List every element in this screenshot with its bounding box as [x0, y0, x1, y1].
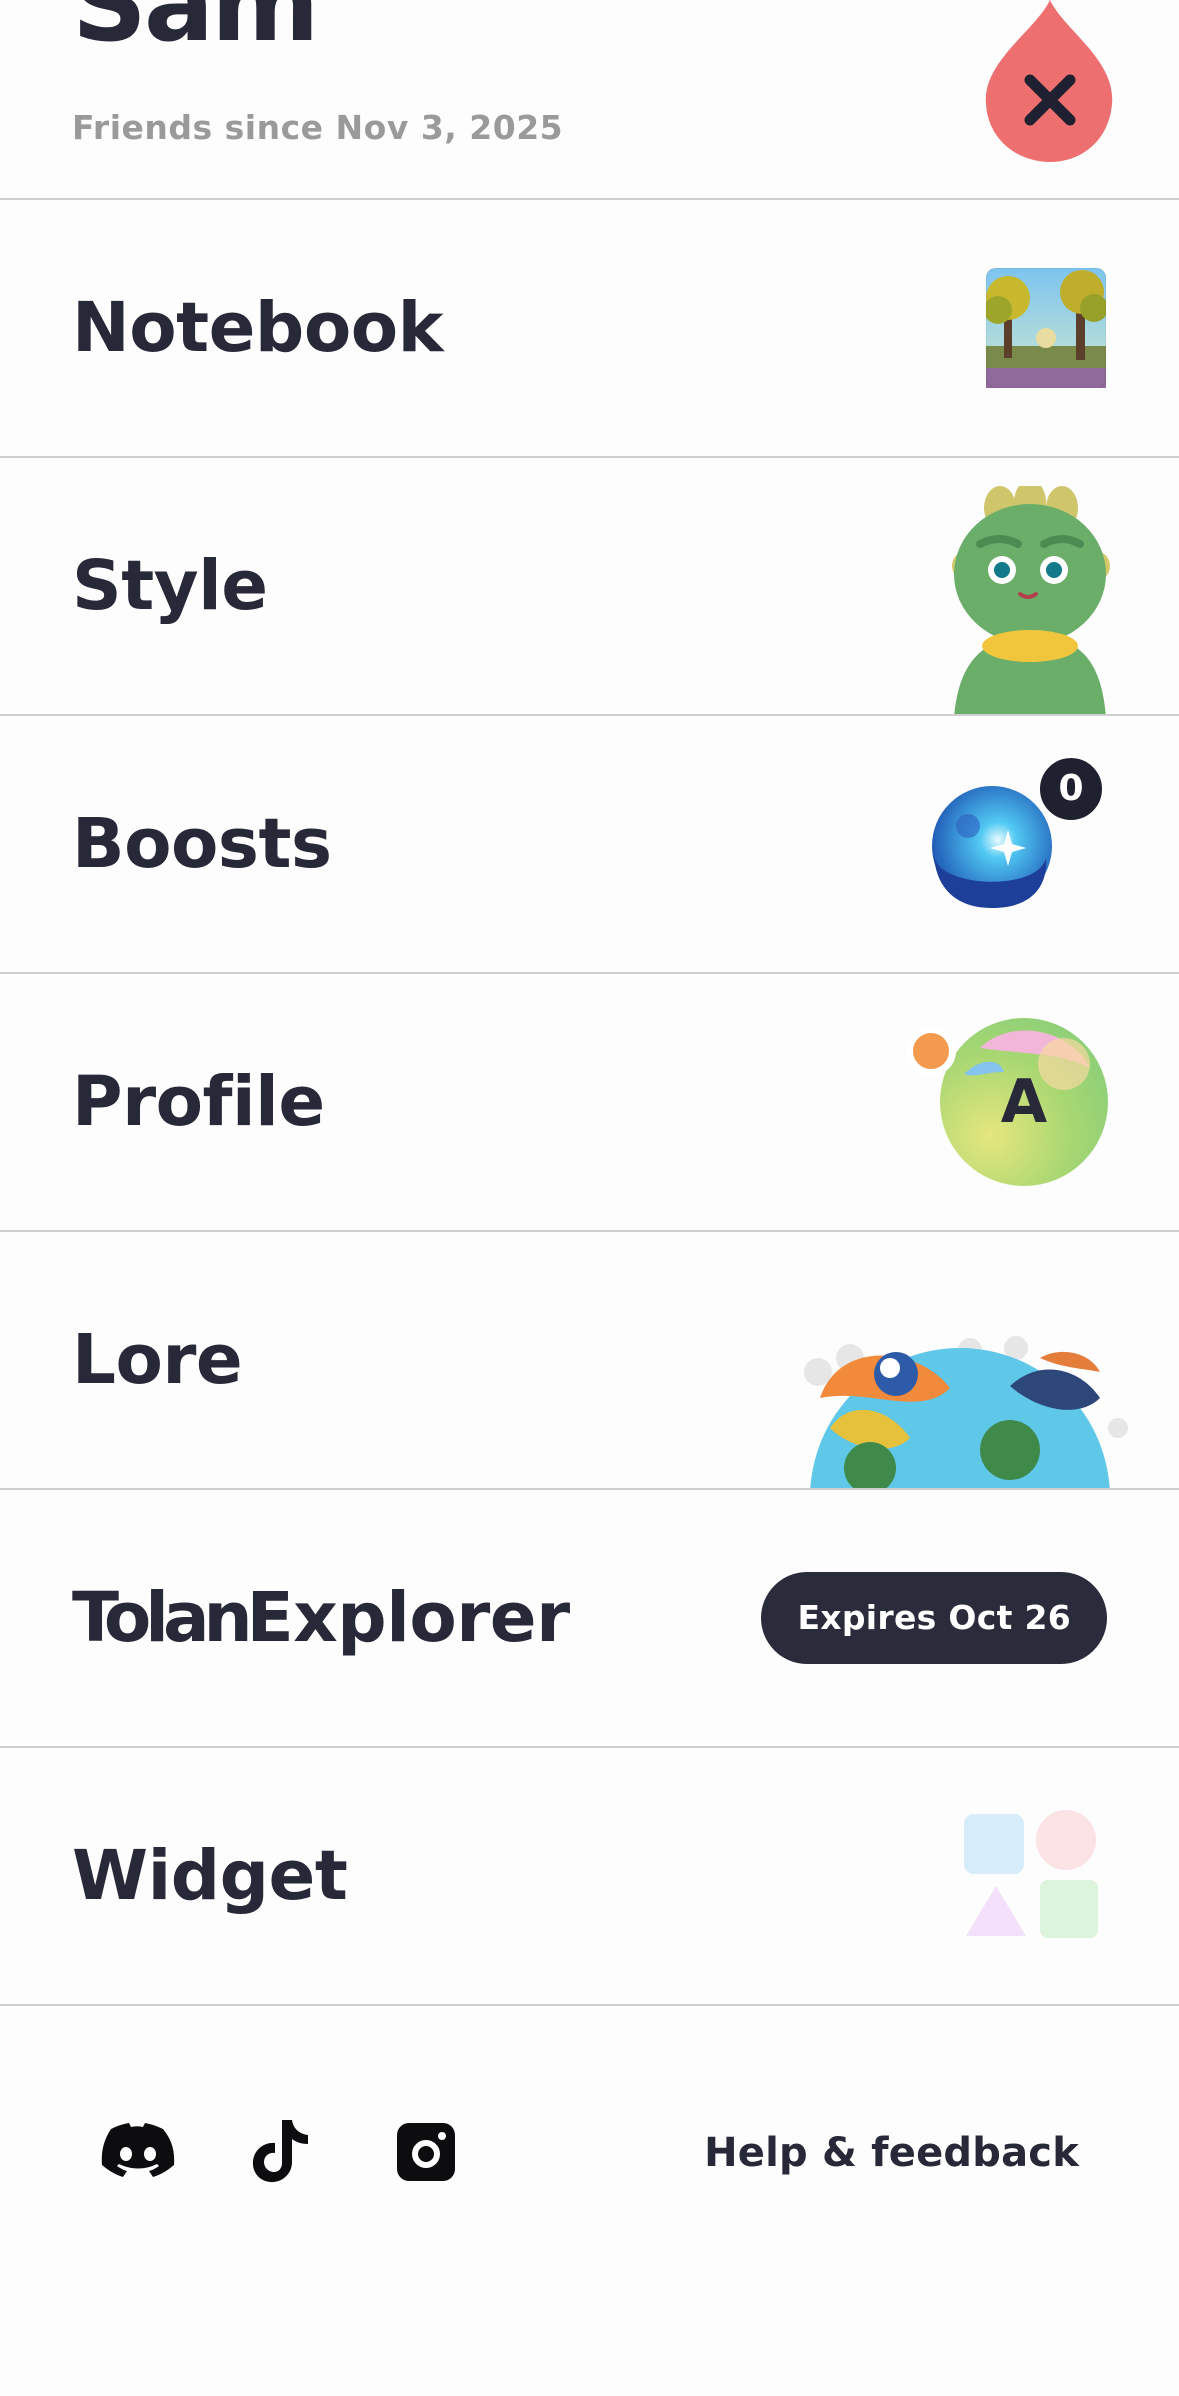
friends-since-date: Friends since Nov 3, 2025: [72, 108, 564, 147]
menu-label-boosts: Boosts: [72, 804, 332, 884]
profile-notification-dot: [906, 1026, 956, 1076]
tolan-character-icon: [940, 480, 1120, 714]
explorer-text: Explorer: [246, 1578, 570, 1658]
help-feedback-link[interactable]: Help & feedback: [704, 2130, 1079, 2176]
close-button[interactable]: [984, 0, 1116, 164]
instagram-link[interactable]: [388, 2114, 464, 2190]
expires-badge: Expires Oct 26: [761, 1572, 1107, 1664]
menu-item-tolan-explorer[interactable]: TolanExplorer Expires Oct 26: [0, 1490, 1179, 1748]
menu-label-lore: Lore: [72, 1320, 243, 1400]
notebook-thumbnail: [984, 267, 1108, 392]
discord-icon: [101, 2123, 175, 2177]
profile-header: Sam Friends since Nov 3, 2025: [0, 0, 1179, 200]
menu-label-notebook: Notebook: [72, 288, 444, 368]
boosts-count-badge: 0: [1034, 752, 1108, 826]
tiktok-link[interactable]: [244, 2114, 320, 2190]
discord-link[interactable]: [100, 2114, 176, 2190]
menu-label-style: Style: [72, 546, 268, 626]
menu-label-profile: Profile: [72, 1062, 325, 1142]
menu-item-profile[interactable]: Profile A: [0, 974, 1179, 1232]
friend-name: Sam: [72, 0, 319, 65]
footer: Help & feedback: [0, 2006, 1179, 2396]
profile-initial: A: [1000, 1067, 1048, 1137]
menu-item-boosts[interactable]: Boosts 0: [0, 716, 1179, 974]
tolan-brand-text: Tolan: [72, 1578, 253, 1658]
tolan-explorer-logo: TolanExplorer: [72, 1578, 570, 1658]
menu-item-notebook[interactable]: Notebook: [0, 200, 1179, 458]
menu-item-widget[interactable]: Widget: [0, 1748, 1179, 2006]
instagram-icon: [397, 2123, 455, 2181]
tiktok-icon: [252, 2120, 308, 2183]
lore-planet-icon: [800, 1328, 1130, 1488]
menu-label-widget: Widget: [72, 1836, 348, 1916]
menu-item-lore[interactable]: Lore: [0, 1232, 1179, 1490]
profile-avatar: A: [940, 1018, 1108, 1190]
widget-shapes-icon: [962, 1810, 1102, 1948]
menu-item-style[interactable]: Style: [0, 458, 1179, 716]
close-icon: [985, 0, 1113, 162]
boosts-count: 0: [1058, 768, 1084, 809]
